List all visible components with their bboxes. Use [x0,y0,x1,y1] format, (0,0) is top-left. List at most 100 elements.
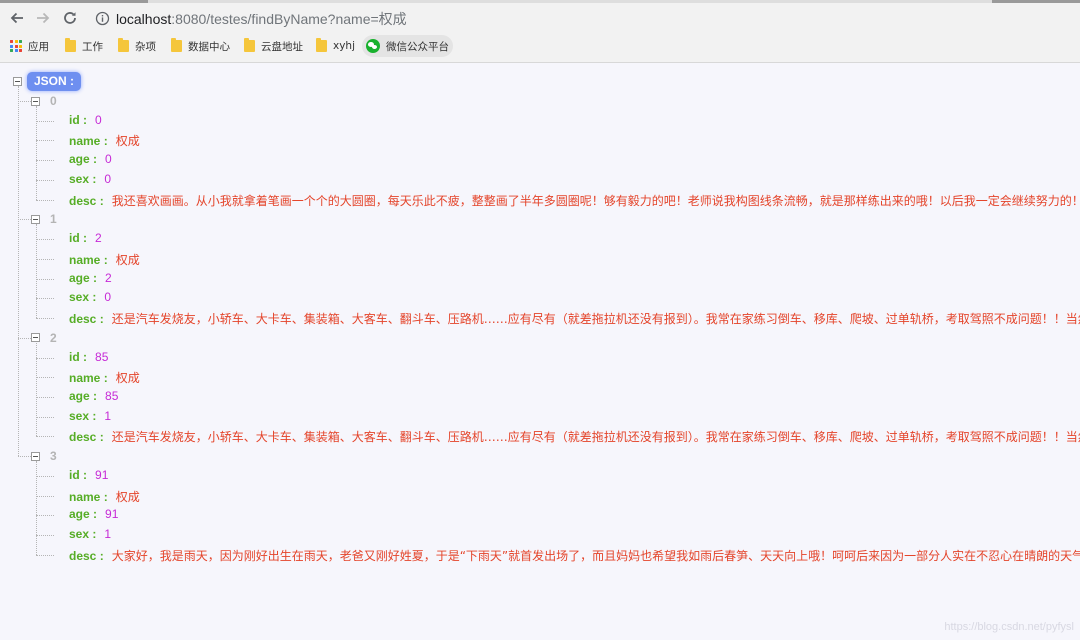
bookmark-label: xyhj [333,40,355,52]
field-key: desc [69,430,97,445]
url-text: localhost:8080/testes/findByName?name=权成 [116,9,407,29]
bookmark-misc[interactable]: 杂项 [114,35,160,57]
bookmark-label: 微信公众平台 [386,40,449,53]
field-key: id [69,467,80,482]
field-colon: : [89,527,97,541]
bookmark-label: 数据中心 [188,40,230,53]
tree-guide [36,495,54,497]
forward-button[interactable] [32,7,54,29]
field-id: id :85 [69,350,108,364]
reload-button[interactable] [59,7,81,29]
field-colon: : [79,467,88,482]
field-value: 0 [105,152,112,167]
bookmark-cloud-disk[interactable]: 云盘地址 [240,35,307,57]
field-age: age :0 [69,152,112,166]
field-colon: : [79,231,88,246]
field-key: desc [69,548,97,563]
url-host: localhost [116,11,172,27]
field-colon: : [100,489,108,504]
field-age: age :91 [69,507,118,521]
back-button[interactable] [6,7,28,29]
tree-guide [36,396,54,398]
record-index: 2 [50,330,57,345]
bookmark-wechat[interactable]: 微信公众平台 [362,35,453,57]
field-id: id :2 [69,231,102,245]
field-key: age [69,270,90,285]
field-key: name [69,489,101,504]
bookmarks-bar: 应用 工作 杂项 数据中心 云盘地址 xyhj 微信公众平台 [0,33,1080,60]
tree-guide [36,199,54,201]
field-value: 2 [105,270,112,285]
bookmark-xyhj[interactable]: xyhj [312,35,359,57]
field-key: sex [69,171,90,186]
field-colon: : [89,290,97,305]
field-desc: desc : 还是汽车发烧友，小轿车、大卡车、集装箱、大客车、翻斗车、压路机……应… [69,310,1080,327]
field-sex: sex :0 [69,290,111,304]
field-colon: : [96,430,104,445]
field-colon: : [89,507,98,522]
field-sex: sex :1 [69,409,111,423]
field-name: name : 权成 [69,369,140,386]
folder-icon [65,38,76,52]
field-desc: desc : 还是汽车发烧友，小轿车、大卡车、集装箱、大客车、翻斗车、压路机……应… [69,428,1080,445]
field-colon: : [79,112,88,127]
field-value: 2 [95,231,102,246]
tree-guide [36,179,54,181]
field-colon: : [89,171,97,186]
node-collapse-toggle[interactable] [31,214,40,224]
tree-guide [36,258,54,260]
tree-guide [36,239,54,241]
field-colon: : [89,388,98,403]
field-value: 0 [104,290,112,305]
field-value: 1 [104,527,112,541]
folder-icon [118,38,129,52]
field-key: desc [69,311,97,326]
reload-icon [64,12,76,24]
browser-chrome: localhost:8080/testes/findByName?name=权成… [0,0,1080,63]
field-id: id :0 [69,113,102,127]
tree-guide [36,515,54,517]
field-key: age [69,388,90,403]
field-colon: : [89,270,98,285]
field-name: name : 权成 [69,251,140,268]
field-colon: : [89,152,98,167]
apps-grid-dot [10,44,13,48]
field-sex: sex :1 [69,527,111,541]
field-key: name [69,371,101,386]
bookmark-data-center[interactable]: 数据中心 [167,35,234,57]
field-colon: : [100,252,108,267]
field-key: name [69,134,101,149]
tree-guide [18,456,31,458]
apps-grid-dot [19,44,22,48]
tree-guide [36,298,54,300]
node-collapse-toggle[interactable] [31,333,40,343]
field-value: 1 [104,408,112,423]
tree-guide [36,377,54,379]
field-desc: desc : 我还喜欢画画。从小我就拿着笔画一个个的大圆圈，每天乐此不疲，整整画了… [69,192,1080,209]
bookmark-label: 工作 [82,40,103,53]
field-value: 85 [95,349,109,364]
field-value: 0 [104,171,112,186]
apps-grid-dot [14,49,18,52]
navigation-bar: localhost:8080/testes/findByName?name=权成 [0,3,1080,33]
field-sex: sex :0 [69,172,111,186]
folder-icon [316,38,327,52]
tree-guide [18,86,19,457]
field-value: 权成 [115,371,140,386]
arrow-right-icon [37,12,50,24]
tree-guide [36,416,54,418]
apps-grid-dot [14,40,18,43]
apps-grid-icon [10,40,22,52]
bookmark-work[interactable]: 工作 [61,35,107,57]
tree-guide [36,278,54,280]
tree-guide [36,475,54,477]
node-collapse-toggle[interactable] [31,451,40,461]
node-collapse-toggle[interactable] [31,96,40,106]
bookmark-apps[interactable]: 应用 [6,35,53,57]
wechat-icon [366,39,380,53]
field-value: 权成 [115,252,140,267]
field-value: 还是汽车发烧友，小轿车、大卡车、集装箱、大客车、翻斗车、压路机……应有尽有（就差… [111,311,1080,326]
field-name: name : 权成 [69,488,140,505]
address-bar[interactable]: localhost:8080/testes/findByName?name=权成 [90,6,1075,31]
root-collapse-toggle[interactable] [13,77,22,86]
